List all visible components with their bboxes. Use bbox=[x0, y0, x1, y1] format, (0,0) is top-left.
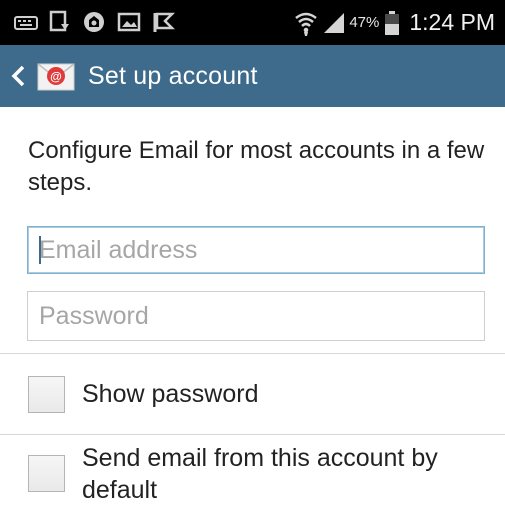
default-account-row[interactable]: Send email from this account by default bbox=[0, 435, 505, 515]
svg-text:@: @ bbox=[50, 70, 62, 84]
battery-icon bbox=[385, 10, 400, 35]
show-password-label: Show password bbox=[82, 380, 259, 408]
intro-text: Configure Email for most accounts in a f… bbox=[28, 137, 485, 196]
default-account-label: Send email from this account by default bbox=[82, 444, 438, 504]
signal-icon bbox=[323, 12, 345, 34]
email-app-icon: @ bbox=[37, 61, 75, 91]
default-account-checkbox[interactable] bbox=[28, 455, 65, 492]
show-password-checkbox[interactable] bbox=[28, 376, 65, 413]
wifi-icon bbox=[295, 10, 318, 36]
gallery-icon bbox=[117, 11, 141, 33]
action-bar: @ Set up account bbox=[0, 45, 505, 107]
chevron-left-icon bbox=[11, 65, 25, 87]
battery-percent: 47% bbox=[349, 14, 380, 31]
notification-icons bbox=[14, 10, 176, 34]
status-time: 1:24 PM bbox=[409, 9, 495, 35]
page-title: Set up account bbox=[88, 61, 258, 90]
flag-icon bbox=[152, 10, 176, 34]
app-notification-icon bbox=[82, 10, 106, 34]
show-password-row[interactable]: Show password bbox=[0, 354, 505, 434]
download-icon bbox=[49, 10, 71, 34]
password-field[interactable] bbox=[27, 291, 485, 341]
keyboard-icon bbox=[14, 11, 38, 33]
status-bar: 47% 1:24 PM bbox=[0, 0, 505, 45]
email-field[interactable] bbox=[27, 226, 485, 274]
system-indicators: 47% 1:24 PM bbox=[295, 0, 495, 45]
text-cursor bbox=[39, 236, 41, 264]
setup-account-screen: 47% 1:24 PM @ Set up account Configure E… bbox=[0, 0, 505, 515]
back-button[interactable] bbox=[10, 64, 26, 88]
